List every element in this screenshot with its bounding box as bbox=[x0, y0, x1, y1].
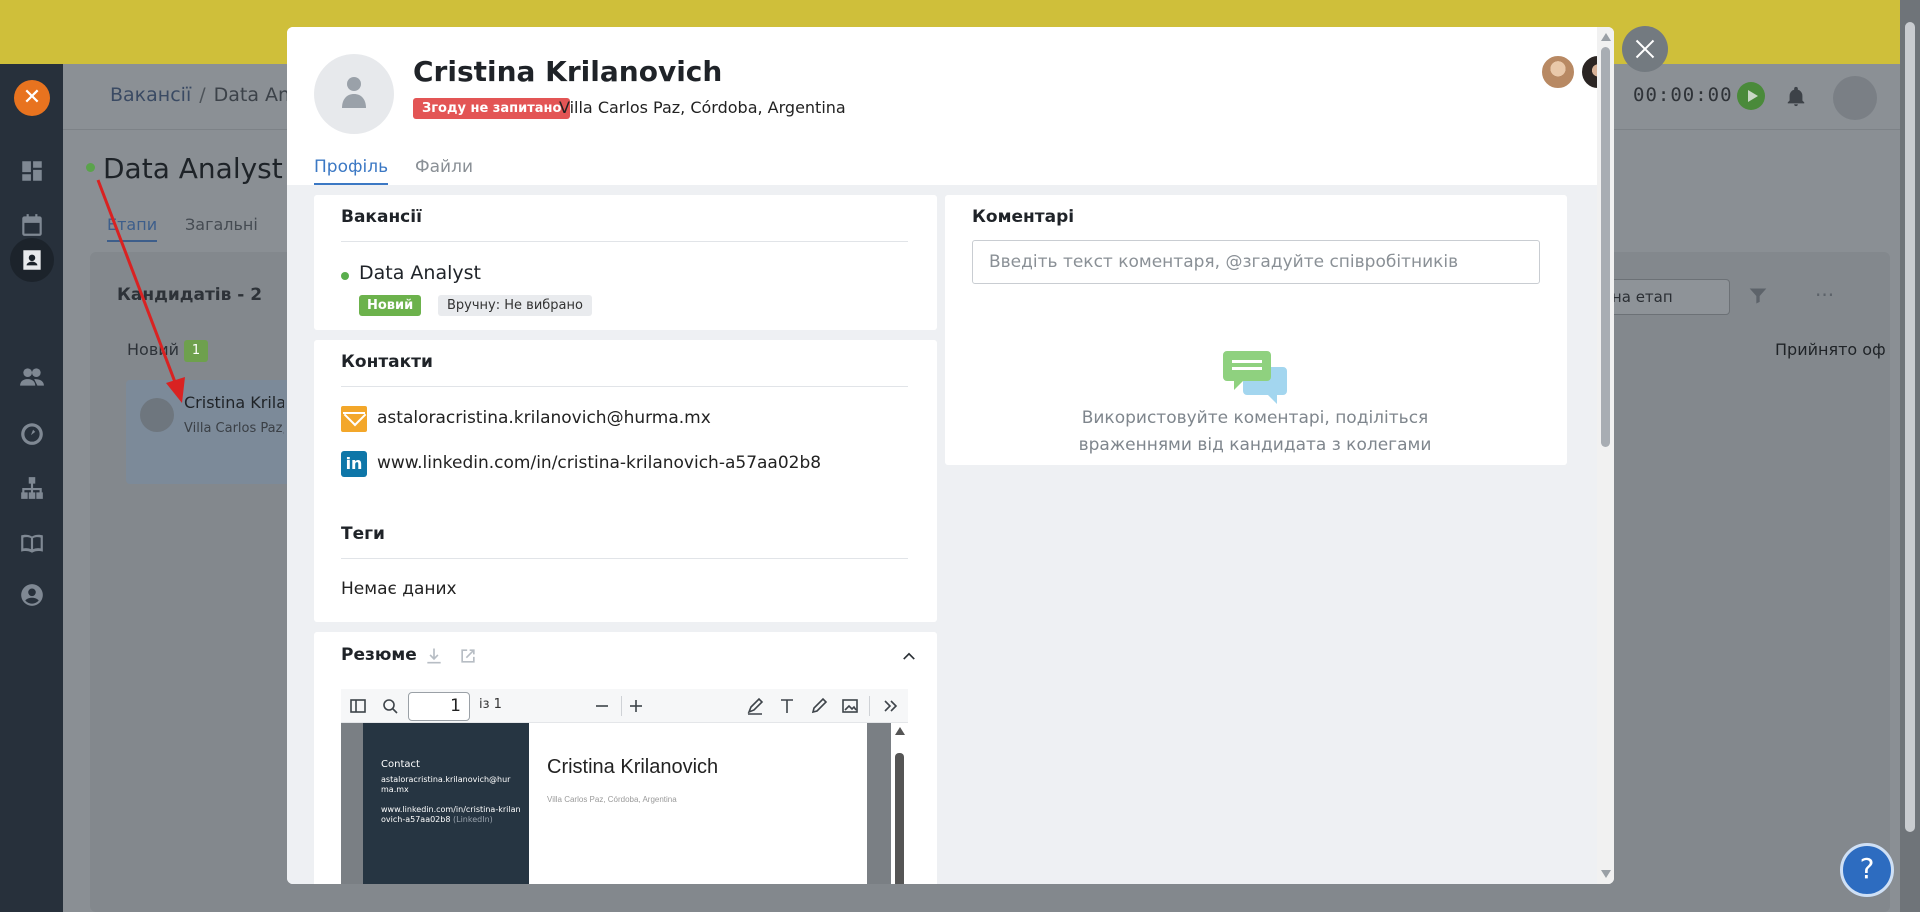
x-logo-icon[interactable]: ✕ bbox=[14, 80, 50, 116]
source-badge[interactable]: Вручну: Не вибрано bbox=[438, 295, 592, 316]
profile-icon[interactable] bbox=[19, 582, 45, 608]
linkedin-link[interactable]: www.linkedin.com/in/cristina-krilanovich… bbox=[377, 453, 821, 473]
status-dot bbox=[341, 272, 349, 280]
tags-title: Теги bbox=[341, 524, 385, 544]
tags-empty: Немає даних bbox=[341, 579, 457, 599]
text-icon[interactable] bbox=[778, 697, 796, 715]
pdf-viewer[interactable]: Contact astaloracristina.krilanovich@hur… bbox=[341, 723, 908, 884]
page-scrollbar[interactable] bbox=[1900, 0, 1920, 912]
candidate-name: Cristina Krilanovich bbox=[413, 55, 723, 88]
external-link-icon[interactable] bbox=[458, 646, 478, 666]
zoom-out-icon[interactable] bbox=[593, 697, 611, 715]
pdf-page: Contact astaloracristina.krilanovich@hur… bbox=[363, 723, 867, 884]
more-icon[interactable]: ··· bbox=[1815, 283, 1834, 307]
resume-card: Резюме 1 із 1 Contact astaloracristina.k… bbox=[314, 632, 937, 884]
close-icon[interactable] bbox=[1622, 26, 1668, 72]
pdf-contact-heading: Contact bbox=[381, 759, 420, 770]
play-icon[interactable] bbox=[1737, 82, 1765, 110]
card-location: Villa Carlos Paz, C bbox=[184, 421, 284, 436]
linkedin-icon: in bbox=[341, 451, 367, 477]
download-icon[interactable] bbox=[424, 646, 444, 666]
pdf-linkedin: www.linkedin.com/in/cristina-krilanovich… bbox=[381, 805, 521, 824]
avatar bbox=[314, 54, 394, 134]
pdf-toolbar: 1 із 1 bbox=[341, 689, 908, 723]
timer: 00:00:00 bbox=[1633, 84, 1733, 106]
calendar-icon[interactable] bbox=[19, 212, 45, 238]
status-dot bbox=[86, 163, 95, 172]
zoom-in-icon[interactable] bbox=[627, 697, 645, 715]
team-icon[interactable] bbox=[19, 364, 45, 390]
sidebar-toggle-icon[interactable] bbox=[349, 697, 367, 715]
comments-card: Коментарі Використовуйте коментарі, поді… bbox=[945, 195, 1567, 465]
comments-icon bbox=[1223, 351, 1287, 404]
pdf-name: Cristina Krilanovich bbox=[547, 756, 719, 778]
candidate-location: Villa Carlos Paz, Córdoba, Argentina bbox=[559, 98, 846, 117]
modal-body: Вакансії Data Analyst Новий Вручну: Не в… bbox=[287, 185, 1597, 884]
filter-icon[interactable] bbox=[1748, 286, 1768, 306]
search-icon[interactable] bbox=[381, 697, 399, 715]
help-button[interactable]: ? bbox=[1840, 843, 1894, 897]
pdf-sidebar: Contact astaloracristina.krilanovich@hur… bbox=[363, 723, 529, 884]
draw-icon[interactable] bbox=[810, 697, 828, 715]
tab-files[interactable]: Файли bbox=[415, 157, 473, 177]
tab-general[interactable]: Загальні bbox=[185, 215, 258, 234]
vacancies-card: Вакансії Data Analyst Новий Вручну: Не в… bbox=[314, 195, 937, 330]
stage-badge[interactable]: Новий bbox=[359, 295, 422, 316]
org-icon[interactable] bbox=[19, 475, 45, 501]
email-link[interactable]: astaloracristina.krilanovich@hurma.mx bbox=[377, 408, 711, 428]
speedometer-icon[interactable] bbox=[19, 420, 45, 446]
vacancy-link[interactable]: Data Analyst bbox=[359, 262, 481, 284]
pdf-scrollbar[interactable] bbox=[891, 723, 908, 884]
assignee-avatar[interactable] bbox=[1540, 54, 1576, 90]
pdf-page-count: із 1 bbox=[479, 697, 502, 712]
book-icon[interactable] bbox=[19, 530, 45, 556]
contacts-title: Контакти bbox=[341, 352, 433, 372]
annotation-arrow bbox=[96, 179, 185, 403]
comments-title: Коментарі bbox=[972, 207, 1075, 227]
user-avatar[interactable] bbox=[1833, 76, 1877, 120]
mail-icon bbox=[341, 406, 367, 432]
breadcrumb-root[interactable]: Вакансії bbox=[110, 84, 191, 106]
pdf-page-input[interactable]: 1 bbox=[408, 692, 470, 721]
candidates-icon[interactable] bbox=[19, 247, 45, 273]
vacancies-title: Вакансії bbox=[341, 207, 422, 227]
image-icon[interactable] bbox=[841, 697, 859, 715]
more-tools-icon[interactable] bbox=[881, 697, 899, 715]
comments-empty-hint: Використовуйте коментарі, поділіться вра… bbox=[1078, 408, 1432, 455]
resume-title: Резюме bbox=[341, 645, 417, 665]
chevron-up-icon[interactable] bbox=[899, 646, 919, 666]
bell-icon[interactable] bbox=[1785, 84, 1807, 108]
tab-profile[interactable]: Профіль bbox=[314, 157, 389, 185]
dashboard-icon[interactable] bbox=[19, 158, 45, 184]
breadcrumb: Вакансії / Data Anal bbox=[110, 84, 308, 106]
highlight-icon[interactable] bbox=[746, 697, 764, 715]
modal-scrollbar[interactable] bbox=[1597, 27, 1614, 884]
modal-header: Cristina Krilanovich Згоду не запитано V… bbox=[287, 27, 1614, 185]
comment-input[interactable] bbox=[972, 240, 1540, 284]
pdf-location: Villa Carlos Paz, Córdoba, Argentina bbox=[547, 795, 677, 804]
contacts-card: Контакти astaloracristina.krilanovich@hu… bbox=[314, 340, 937, 622]
column-offer-label: Прийнято оф bbox=[1775, 340, 1886, 359]
card-name: Cristina Krilanovich bbox=[184, 393, 284, 412]
sidebar: ✕ bbox=[0, 64, 63, 912]
candidate-modal: Cristina Krilanovich Згоду не запитано V… bbox=[287, 27, 1614, 884]
pdf-email: astaloracristina.krilanovich@hurma.mx bbox=[381, 775, 511, 794]
consent-badge[interactable]: Згоду не запитано bbox=[413, 98, 571, 119]
